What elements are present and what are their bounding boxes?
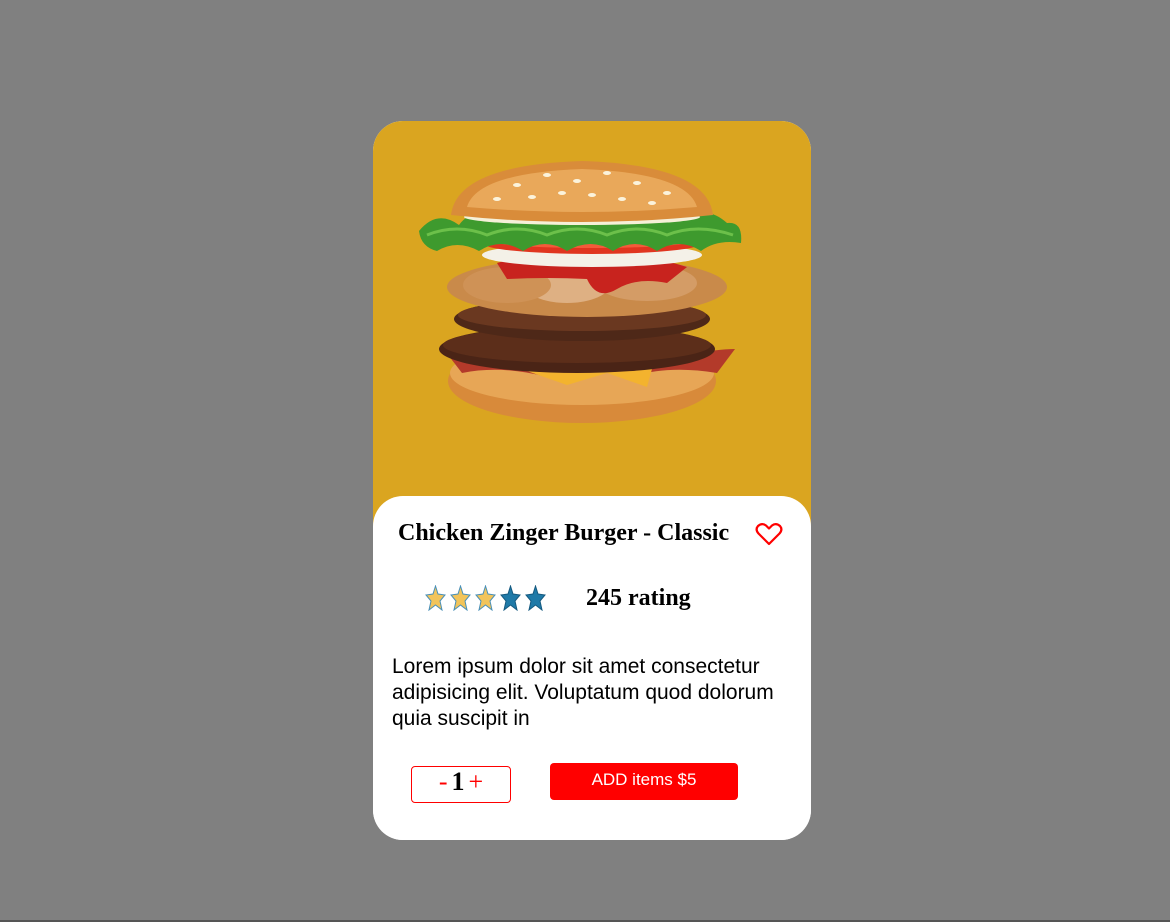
star-empty-icon [500,585,521,611]
increment-button[interactable]: + [469,768,484,795]
decrement-button[interactable]: - [439,768,448,795]
star-filled-icon [425,585,446,611]
product-title: Chicken Zinger Burger - Classic [398,520,730,546]
heart-icon[interactable] [755,522,783,546]
product-image-panel [373,121,811,541]
star-empty-icon [525,585,546,611]
product-details: Chicken Zinger Burger - Classic 245 rati… [373,496,811,840]
burger-image [419,161,742,423]
star-rating [425,585,546,611]
product-card: Chicken Zinger Burger - Classic 245 rati… [373,121,811,840]
rating-count: 245 rating [586,585,691,611]
star-filled-icon [450,585,471,611]
product-description: Lorem ipsum dolor sit amet consectetur a… [392,655,774,730]
add-to-cart-button[interactable]: ADD items $5 [550,763,738,800]
star-filled-icon [475,585,496,611]
quantity-stepper: - 1 + [411,766,511,803]
quantity-value: 1 [451,766,465,796]
